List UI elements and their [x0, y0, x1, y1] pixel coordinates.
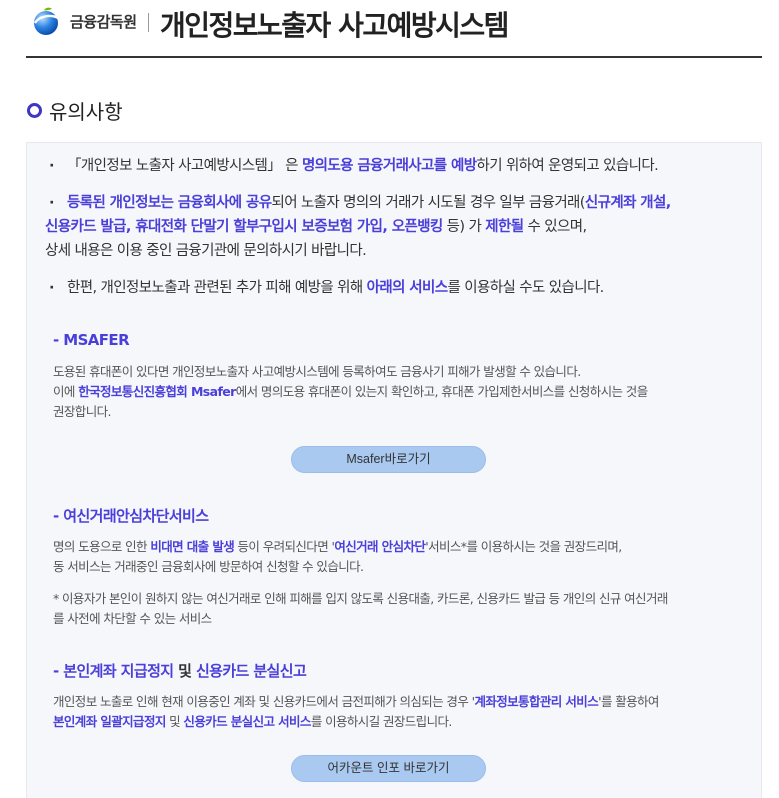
credit-block-title: - 여신거래안심차단서비스: [53, 507, 209, 525]
highlight-text: 명의도용 금융거래사고를 예방: [301, 158, 477, 174]
text: 에서 명의도용 휴대폰이 있는지 확인하고, 휴대폰 가입제한서비스를 신청하시…: [235, 384, 648, 399]
page-title: 개인정보노출자 사고예방시스템: [160, 9, 509, 42]
ring-bullet-icon: [27, 103, 42, 118]
msafer-link-button[interactable]: Msafer바로가기: [291, 446, 486, 473]
highlight-text: 신규계좌 개설,: [584, 195, 671, 211]
text: 「개인정보 노출자 사고예방시스템」 은: [67, 158, 302, 174]
text: 상세 내용은 이용 중인 금융기관에 문의하시기 바랍니다.: [45, 243, 367, 259]
header-separator: [148, 13, 149, 32]
page-header: 금융감독원 개인정보노출자 사고예방시스템: [0, 0, 779, 58]
text: 동 서비스는 거래중인 금융회사에 방문하여 신청할 수 있습니다.: [53, 559, 364, 574]
text: 수 있으며,: [523, 219, 587, 235]
text: 등) 가: [442, 219, 486, 235]
msafer-title: - MSAFER: [53, 331, 130, 349]
text: 개인정보 노출로 인해 현재 이용중인 계좌 및 신용카드에서 금전피해가 의심…: [53, 694, 475, 709]
highlight-text: 신용카드 분실신고 서비스: [183, 714, 311, 729]
text: * 이용자가 본인이 원하지 않는 여신거래로 인해 피해를 입지 않도록 신용…: [53, 591, 668, 606]
text: 및: [165, 714, 184, 729]
org-name: 금융감독원: [70, 13, 137, 31]
highlight-text: 아래의 서비스: [366, 280, 448, 296]
text: 이에: [53, 384, 79, 399]
text: 하기 위하여 운영되고 있습니다.: [476, 158, 659, 174]
highlight-text: 신용카드 발급, 휴대전화 단말기 할부구입시 보증보험 가입, 오픈뱅킹: [45, 219, 443, 235]
msafer-description: 도용된 휴대폰이 있다면 개인정보노출자 사고예방시스템에 등록하여도 금융사기…: [53, 362, 648, 422]
text: - 본인계좌 지급정지: [53, 662, 174, 680]
bullet-dot: ·: [49, 158, 55, 174]
section-heading-text: 유의사항: [49, 100, 123, 124]
text: 한편, 개인정보노출과 관련된 추가 피해 예방을 위해: [67, 280, 367, 296]
text: '서비스*를 이용하시는 것을 권장드리며,: [425, 539, 622, 554]
text: 를 사전에 차단할 수 있는 서비스: [53, 611, 212, 626]
bullet-dot: ·: [49, 195, 55, 211]
text: 등이 우려되신다면 ': [234, 539, 335, 554]
bullet-dot: ·: [49, 280, 55, 296]
highlight-text: 제한될: [485, 219, 524, 235]
text: 도용된 휴대폰이 있다면 개인정보노출자 사고예방시스템에 등록하여도 금융사기…: [53, 364, 581, 379]
notice-bullet-1: · 「개인정보 노출자 사고예방시스템」 은 명의도용 금융거래사고를 예방하기 …: [49, 154, 659, 178]
highlight-text: 본인계좌 일괄지급정지: [53, 714, 166, 729]
highlight-text: 비대면 대출 발생: [150, 539, 235, 554]
fss-logo-icon: [33, 7, 59, 35]
text: 명의 도용으로 인한: [53, 539, 151, 554]
highlight-text: 계좌정보통합관리 서비스: [474, 694, 599, 709]
highlight-text: 여신거래 안심차단: [334, 539, 426, 554]
notice-bullet-3: · 한편, 개인정보노출과 관련된 추가 피해 예방을 위해 아래의 서비스를 이…: [49, 276, 604, 300]
account-service-description: 개인정보 노출로 인해 현재 이용중인 계좌 및 신용카드에서 금전피해가 의심…: [53, 692, 659, 732]
text: 를 이용하실 수도 있습니다.: [447, 280, 605, 296]
account-info-link-button[interactable]: 어카운트 인포 바로가기: [291, 755, 486, 782]
text: 신용카드 분실신고: [195, 662, 307, 680]
credit-block-description: 명의 도용으로 인한 비대면 대출 발생 등이 우려되신다면 '여신거래 안심차…: [53, 537, 622, 577]
text: 를 이용하시길 권장드립니다.: [310, 714, 453, 729]
notice-box: · 「개인정보 노출자 사고예방시스템」 은 명의도용 금융거래사고를 예방하기 …: [26, 142, 762, 798]
highlight-text: 등록된 개인정보는 금융회사에 공유: [67, 195, 272, 211]
credit-block-note: * 이용자가 본인이 원하지 않는 여신거래로 인해 피해를 입지 않도록 신용…: [53, 589, 668, 629]
text: '를 활용하여: [598, 694, 659, 709]
highlight-text: 한국정보통신진흥협회 Msafer: [78, 384, 236, 399]
text: 권장합니다.: [53, 404, 111, 419]
header-divider: [26, 56, 762, 58]
text: 및: [173, 662, 196, 680]
notice-bullet-2: · 등록된 개인정보는 금융회사에 공유되어 노출자 명의의 거래가 시도될 경우…: [45, 191, 749, 263]
text: 되어 노출자 명의의 거래가 시도될 경우 일부 금융거래(: [271, 195, 585, 211]
account-service-title: - 본인계좌 지급정지 및 신용카드 분실신고: [53, 660, 307, 681]
